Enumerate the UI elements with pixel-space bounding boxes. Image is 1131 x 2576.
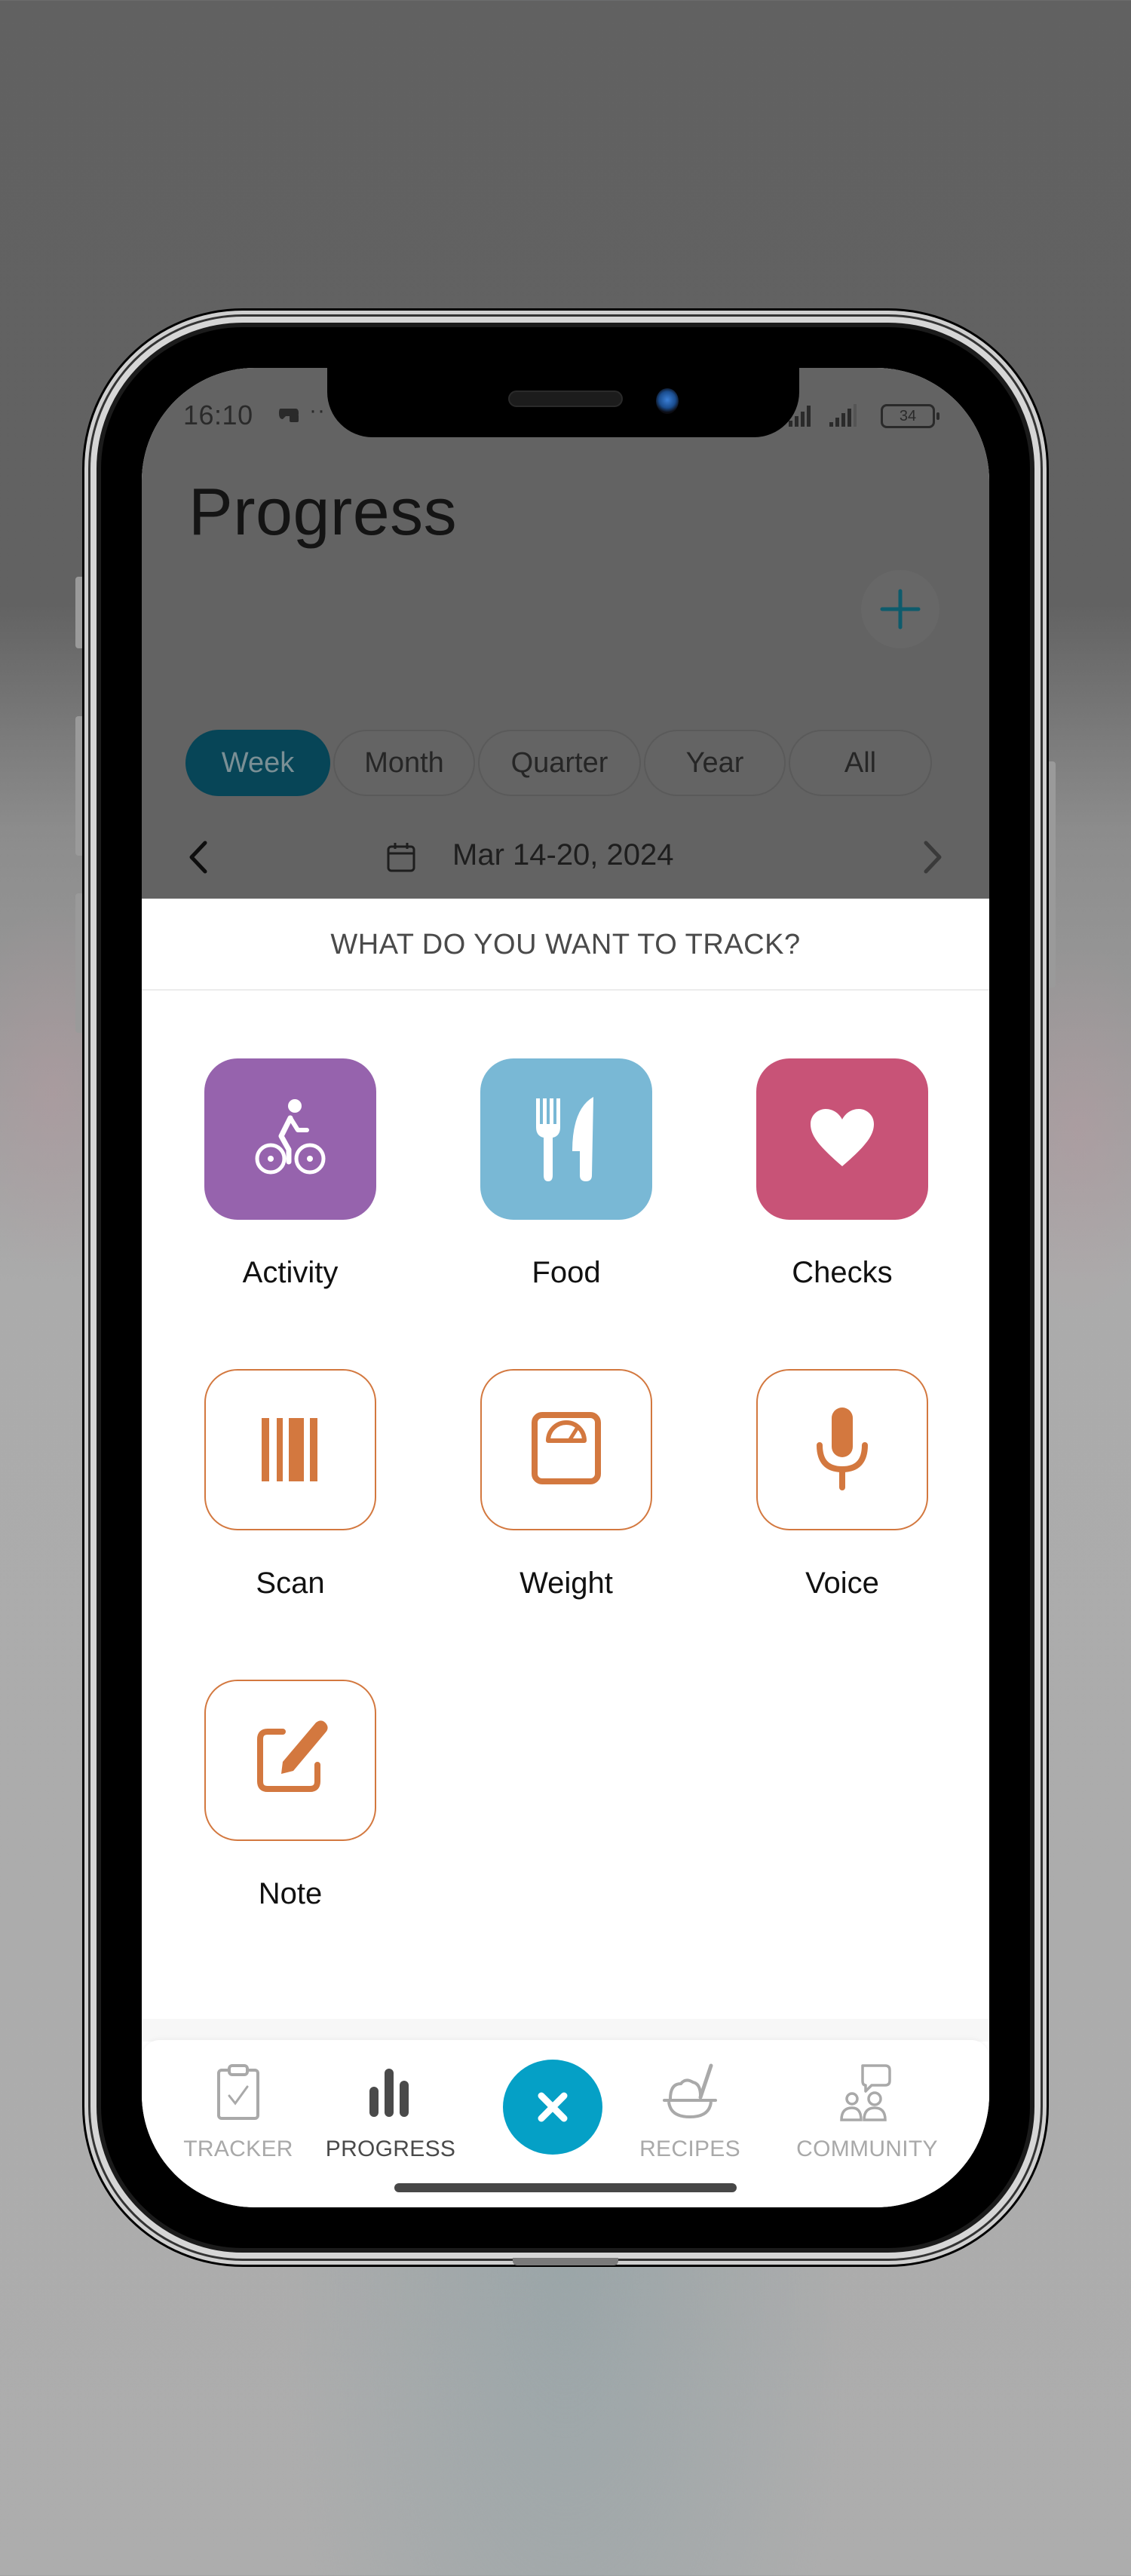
tile-voice[interactable] bbox=[756, 1369, 928, 1530]
speaker-grille bbox=[508, 391, 623, 407]
tab-all[interactable]: All bbox=[789, 730, 932, 796]
page-title: Progress bbox=[188, 474, 458, 549]
power-button bbox=[1047, 761, 1056, 988]
volume-up-button bbox=[75, 716, 84, 856]
signal-icon bbox=[789, 406, 811, 427]
tile-weight[interactable] bbox=[480, 1369, 652, 1530]
scale-icon bbox=[532, 1412, 601, 1484]
phone-port bbox=[513, 2258, 618, 2265]
tile-food[interactable] bbox=[480, 1058, 652, 1220]
close-menu-button[interactable] bbox=[503, 2060, 602, 2155]
microphone-icon bbox=[817, 1407, 868, 1490]
front-camera bbox=[656, 388, 679, 414]
chevron-left-icon[interactable] bbox=[185, 838, 211, 876]
home-indicator[interactable] bbox=[394, 2183, 737, 2192]
status-more-dots: ·· bbox=[309, 398, 326, 423]
track-option-checks[interactable]: Checks bbox=[756, 1058, 928, 1290]
track-option-food[interactable]: Food bbox=[480, 1058, 652, 1290]
track-option-voice[interactable]: Voice bbox=[756, 1369, 928, 1600]
clipboard-check-icon bbox=[217, 2064, 259, 2120]
tile-activity[interactable] bbox=[204, 1058, 376, 1220]
tile-note[interactable] bbox=[204, 1680, 376, 1841]
nav-label: RECIPES bbox=[639, 2136, 740, 2161]
heart-icon bbox=[811, 1109, 874, 1166]
nav-shadow bbox=[142, 2019, 989, 2042]
close-icon bbox=[538, 2092, 568, 2122]
barcode-icon bbox=[262, 1418, 317, 1481]
tile-label: Weight bbox=[520, 1567, 613, 1600]
tile-checks[interactable] bbox=[756, 1058, 928, 1220]
dimmed-progress-page: 16:10 ·· 34 Progress Week Month Quarter … bbox=[142, 368, 989, 899]
tile-label: Activity bbox=[242, 1256, 339, 1289]
track-option-weight[interactable]: Weight bbox=[480, 1369, 652, 1600]
tile-label: Note bbox=[258, 1877, 323, 1910]
battery-indicator: 34 bbox=[881, 404, 939, 428]
game-controller-icon bbox=[279, 409, 299, 422]
bar-chart-icon bbox=[369, 2069, 409, 2117]
phone-screen: 16:10 ·· 34 Progress Week Month Quarter … bbox=[142, 368, 989, 2207]
calendar-icon[interactable] bbox=[386, 841, 416, 873]
tile-label: Food bbox=[532, 1256, 601, 1289]
add-button[interactable] bbox=[861, 570, 939, 648]
bowl-spoon-icon bbox=[663, 2063, 717, 2119]
silent-switch bbox=[75, 577, 84, 648]
battery-level: 34 bbox=[899, 408, 917, 424]
fork-knife-icon bbox=[536, 1097, 593, 1181]
nav-tracker[interactable]: TRACKER bbox=[178, 2063, 299, 2162]
tab-week[interactable]: Week bbox=[185, 730, 330, 796]
edit-note-icon bbox=[257, 1720, 328, 1792]
track-option-scan[interactable]: Scan bbox=[204, 1369, 376, 1600]
nav-label: COMMUNITY bbox=[796, 2136, 938, 2161]
nav-label: PROGRESS bbox=[325, 2136, 456, 2161]
track-option-note[interactable]: Note bbox=[204, 1680, 376, 1911]
tab-month[interactable]: Month bbox=[333, 730, 475, 796]
range-tabs: Week Month Quarter Year All bbox=[185, 730, 932, 798]
tile-label: Checks bbox=[792, 1256, 893, 1289]
date-range-label[interactable]: Mar 14-20, 2024 bbox=[452, 838, 674, 872]
status-time: 16:10 bbox=[183, 400, 253, 430]
plus-icon bbox=[880, 589, 921, 629]
chevron-right-icon[interactable] bbox=[920, 838, 946, 876]
signal-icon bbox=[829, 404, 857, 427]
nav-label: TRACKER bbox=[183, 2136, 293, 2161]
nav-progress[interactable]: PROGRESS bbox=[323, 2063, 458, 2162]
tab-year[interactable]: Year bbox=[644, 730, 786, 796]
date-navigator: Mar 14-20, 2024 bbox=[142, 829, 989, 882]
bicycle-icon bbox=[255, 1099, 326, 1175]
track-option-activity[interactable]: Activity bbox=[204, 1058, 376, 1290]
sheet-title: WHAT DO YOU WANT TO TRACK? bbox=[142, 899, 989, 991]
tile-scan[interactable] bbox=[204, 1369, 376, 1530]
volume-down-button bbox=[75, 893, 84, 1033]
community-icon bbox=[840, 2064, 891, 2121]
tile-label: Voice bbox=[805, 1567, 879, 1600]
nav-recipes[interactable]: RECIPES bbox=[633, 2063, 746, 2162]
tile-label: Scan bbox=[256, 1567, 325, 1600]
tab-quarter[interactable]: Quarter bbox=[478, 730, 641, 796]
nav-community[interactable]: COMMUNITY bbox=[784, 2063, 950, 2162]
